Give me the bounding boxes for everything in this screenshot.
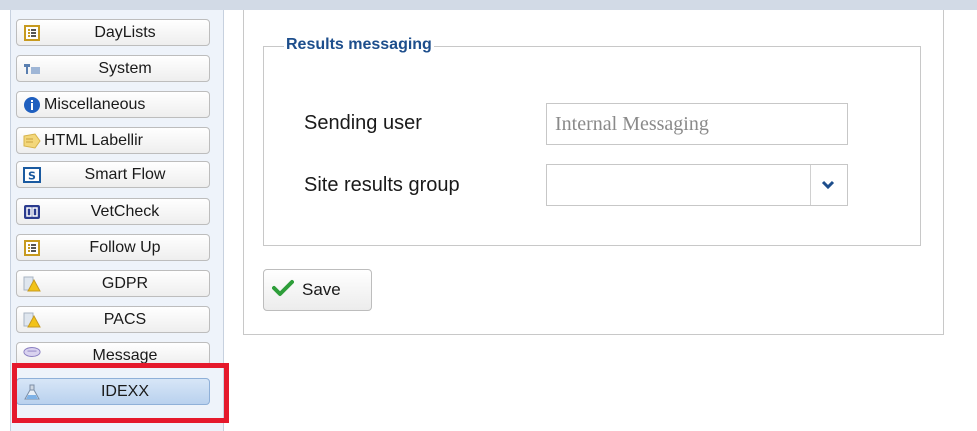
warning-doc-icon	[23, 312, 41, 328]
sidebar-item-gdpr[interactable]: GDPR	[16, 270, 210, 297]
sidebar-item-daylists[interactable]: DayLists	[16, 19, 210, 46]
label-icon	[23, 132, 41, 149]
selection-highlight	[12, 363, 229, 423]
save-button-label: Save	[302, 280, 341, 299]
sidebar-item-label: Miscellaneous	[44, 95, 146, 113]
save-button[interactable]: Save	[263, 269, 372, 311]
sidebar-item-system[interactable]: System	[16, 55, 210, 82]
sidebar-item-miscellaneous[interactable]: Miscellaneous	[16, 91, 210, 118]
sidebar-item-smart-flow[interactable]: S Smart Flow	[16, 161, 210, 188]
sending-user-label: Sending user	[304, 112, 422, 134]
fieldset-legend: Results messaging	[284, 36, 434, 54]
message-icon	[23, 344, 41, 360]
results-messaging-fieldset	[263, 46, 921, 246]
site-results-group-label: Site results group	[304, 174, 460, 196]
sidebar-item-label: GDPR	[101, 274, 149, 292]
smartflow-icon: S	[23, 166, 41, 183]
system-icon	[23, 61, 41, 77]
top-bar	[0, 0, 977, 10]
site-results-group-select[interactable]	[546, 164, 848, 206]
sidebar-item-vetcheck[interactable]: VetCheck	[16, 198, 210, 225]
list-icon	[23, 24, 41, 41]
select-divider	[810, 165, 811, 205]
list-icon	[23, 239, 41, 256]
sidebar-item-label: DayLists	[94, 23, 156, 41]
sidebar-item-pacs[interactable]: PACS	[16, 306, 210, 333]
sidebar-item-label: VetCheck	[90, 202, 160, 220]
sidebar-item-html-labelling[interactable]: HTML Labellir	[16, 127, 210, 154]
sidebar-item-label: Follow Up	[89, 238, 161, 256]
sending-user-input[interactable]	[546, 103, 848, 145]
sidebar-item-label: Smart Flow	[84, 165, 166, 183]
sidebar-item-label: System	[98, 59, 152, 77]
checkmark-icon	[272, 279, 294, 302]
sidebar-item-label: HTML Labellir	[44, 131, 143, 149]
vetcheck-icon	[23, 204, 41, 220]
sidebar-item-label: PACS	[103, 310, 147, 328]
warning-doc-icon	[23, 276, 41, 292]
sidebar-item-follow-up[interactable]: Follow Up	[16, 234, 210, 261]
chevron-down-icon[interactable]	[816, 175, 840, 195]
info-icon	[23, 96, 41, 113]
svg-text:S: S	[28, 169, 36, 182]
